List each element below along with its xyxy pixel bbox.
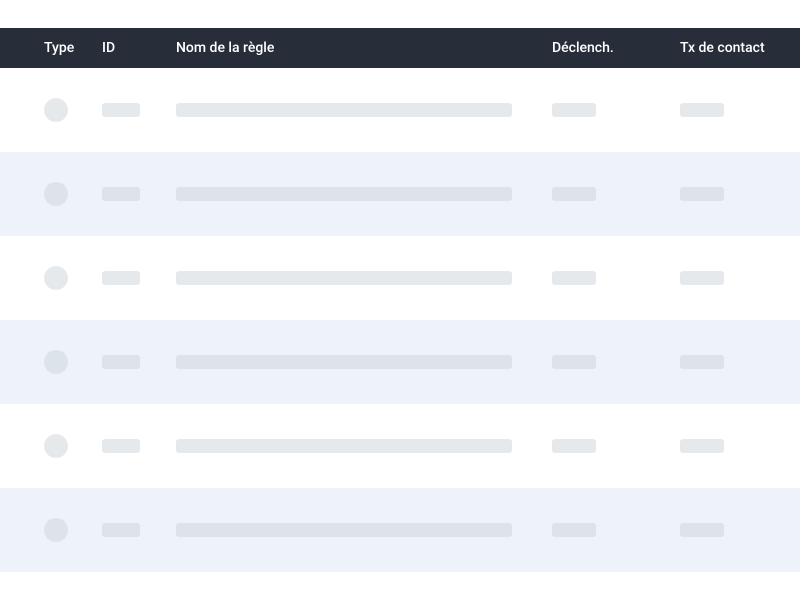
skeleton-id xyxy=(102,103,140,117)
cell-type xyxy=(44,518,102,542)
table-row[interactable] xyxy=(0,320,800,404)
cell-trigger xyxy=(552,439,680,453)
rules-table: Type ID Nom de la règle Déclench. Tx de … xyxy=(0,0,800,572)
cell-name xyxy=(176,439,552,453)
skeleton-id xyxy=(102,439,140,453)
skeleton-contact xyxy=(680,187,724,201)
cell-id xyxy=(102,187,176,201)
skeleton-contact xyxy=(680,523,724,537)
skeleton-contact xyxy=(680,355,724,369)
table-row[interactable] xyxy=(0,68,800,152)
cell-type xyxy=(44,266,102,290)
skeleton-contact xyxy=(680,271,724,285)
cell-type xyxy=(44,98,102,122)
cell-trigger xyxy=(552,271,680,285)
cell-id xyxy=(102,439,176,453)
cell-id xyxy=(102,103,176,117)
cell-trigger xyxy=(552,187,680,201)
skeleton-name xyxy=(176,523,512,537)
skeleton-type-icon xyxy=(44,434,68,458)
cell-trigger xyxy=(552,355,680,369)
skeleton-type-icon xyxy=(44,518,68,542)
skeleton-contact xyxy=(680,439,724,453)
cell-id xyxy=(102,271,176,285)
cell-name xyxy=(176,523,552,537)
skeleton-name xyxy=(176,355,512,369)
table-header: Type ID Nom de la règle Déclench. Tx de … xyxy=(0,28,800,68)
skeleton-contact xyxy=(680,103,724,117)
skeleton-name xyxy=(176,187,512,201)
skeleton-type-icon xyxy=(44,182,68,206)
cell-name xyxy=(176,103,552,117)
skeleton-id xyxy=(102,271,140,285)
column-header-trigger[interactable]: Déclench. xyxy=(552,40,680,56)
column-header-contact[interactable]: Tx de contact xyxy=(680,40,780,56)
cell-trigger xyxy=(552,523,680,537)
skeleton-name xyxy=(176,271,512,285)
skeleton-trigger xyxy=(552,439,596,453)
column-header-type[interactable]: Type xyxy=(44,40,102,56)
skeleton-type-icon xyxy=(44,350,68,374)
table-row[interactable] xyxy=(0,236,800,320)
skeleton-id xyxy=(102,187,140,201)
column-header-name[interactable]: Nom de la règle xyxy=(176,40,552,56)
skeleton-trigger xyxy=(552,355,596,369)
cell-id xyxy=(102,523,176,537)
cell-contact xyxy=(680,523,780,537)
cell-type xyxy=(44,182,102,206)
skeleton-trigger xyxy=(552,523,596,537)
table-row[interactable] xyxy=(0,404,800,488)
cell-contact xyxy=(680,103,780,117)
skeleton-trigger xyxy=(552,103,596,117)
skeleton-id xyxy=(102,355,140,369)
cell-type xyxy=(44,434,102,458)
cell-name xyxy=(176,187,552,201)
cell-contact xyxy=(680,271,780,285)
cell-id xyxy=(102,355,176,369)
cell-contact xyxy=(680,187,780,201)
table-row[interactable] xyxy=(0,488,800,572)
skeleton-trigger xyxy=(552,271,596,285)
cell-contact xyxy=(680,439,780,453)
cell-type xyxy=(44,350,102,374)
cell-name xyxy=(176,271,552,285)
skeleton-name xyxy=(176,103,512,117)
skeleton-type-icon xyxy=(44,266,68,290)
skeleton-trigger xyxy=(552,187,596,201)
cell-trigger xyxy=(552,103,680,117)
table-row[interactable] xyxy=(0,152,800,236)
cell-contact xyxy=(680,355,780,369)
skeleton-name xyxy=(176,439,512,453)
skeleton-type-icon xyxy=(44,98,68,122)
skeleton-id xyxy=(102,523,140,537)
table-body xyxy=(0,68,800,572)
column-header-id[interactable]: ID xyxy=(102,40,176,56)
cell-name xyxy=(176,355,552,369)
